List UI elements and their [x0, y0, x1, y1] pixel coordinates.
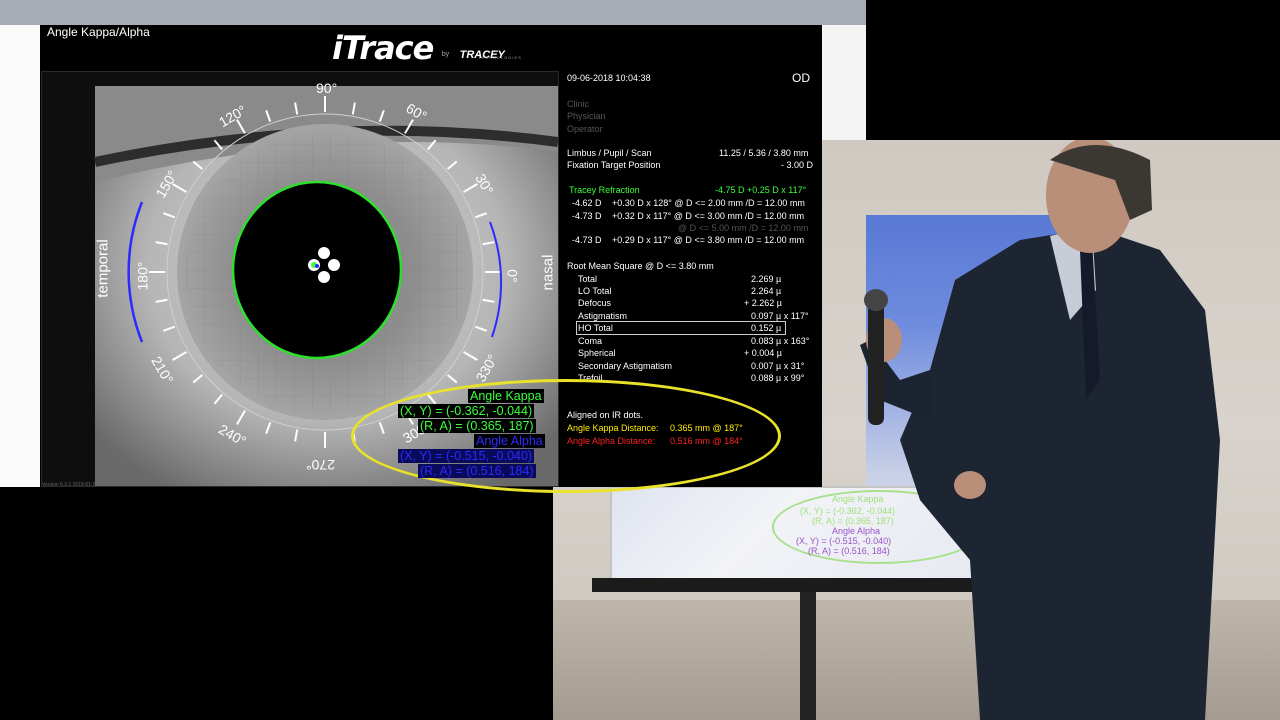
refraction-2-detail: +0.32 D x 117° @ D <= 3.00 mm /D = 12.00…: [612, 211, 805, 221]
fixation-label: Fixation Target Position: [567, 160, 661, 170]
itrace-window: Angle Kappa/Alpha iTrace by TRACEY TECHN…: [40, 25, 822, 487]
window-title: Angle Kappa/Alpha: [47, 25, 150, 39]
rms-ho-value: 0.152 µ: [751, 323, 782, 333]
rms-trefoil-value: 0.088 µ x 99°: [751, 373, 805, 383]
rms-total-value: 2.269 µ: [751, 274, 782, 284]
projector-stand-leg: [800, 592, 816, 720]
eye-side: OD: [792, 71, 810, 85]
rms-header: Root Mean Square @ D <= 3.80 mm: [567, 261, 714, 271]
kappa-distance-value: 0.365 mm @ 187°: [670, 423, 743, 433]
refraction-2-sph: -4.73 D: [572, 211, 602, 221]
rms-defocus-label: Defocus: [578, 298, 612, 308]
refraction-4-sph: -4.73 D: [572, 235, 602, 245]
degree-label-180: 180°: [134, 261, 151, 291]
degree-label-270: 270°: [306, 457, 335, 473]
refraction-3-detail: @ D <= 5.00 mm /D = 12.00 mm: [678, 223, 809, 233]
exam-datetime: 09-06-2018 10:04:38: [567, 73, 651, 83]
logo-brand: iTrace: [332, 29, 434, 67]
rms-secondary-astig-label: Secondary Astigmatism: [578, 361, 673, 371]
refraction-1-detail: +0.30 D x 128° @ D <= 2.00 mm /D = 12.00…: [612, 198, 805, 208]
rms-trefoil-label: Trefoil: [578, 373, 603, 383]
rms-total-label: Total: [578, 274, 598, 284]
rms-coma-label: Coma: [578, 336, 603, 346]
aligned-note: Aligned on IR dots.: [567, 410, 644, 420]
rms-spherical-value: + 0.004 µ: [744, 348, 782, 358]
rms-ho-label: HO Total: [578, 323, 613, 333]
video-top-strip: [0, 0, 866, 25]
rms-lo-label: LO Total: [578, 286, 612, 296]
refraction-1-sph: -4.62 D: [572, 198, 602, 208]
rms-astig-label: Astigmatism: [578, 311, 628, 321]
alpha-distance-value: 0.516 mm @ 184°: [670, 436, 743, 446]
rms-spherical-label: Spherical: [578, 348, 616, 358]
kappa-distance-label: Angle Kappa Distance:: [567, 423, 659, 433]
rms-defocus-value: + 2.262 µ: [744, 298, 782, 308]
degree-label-90: 90°: [316, 80, 338, 96]
refraction-4-detail: +0.29 D x 117° @ D <= 3.80 mm /D = 12.00…: [612, 235, 805, 245]
measurement-info-panel: 09-06-2018 10:04:38 OD Clinic Physician …: [560, 71, 820, 485]
temporal-label: temporal: [94, 239, 112, 298]
limbus-label: Limbus / Pupil / Scan: [567, 148, 652, 158]
fixation-value: - 3.00 D: [781, 160, 814, 170]
presenter-figure: [860, 140, 1220, 720]
rms-coma-value: 0.083 µ x 163°: [751, 336, 810, 346]
rms-lo-value: 2.264 µ: [751, 286, 782, 296]
rms-astig-value: 0.097 µ x 117°: [751, 311, 809, 321]
limbus-value: 11.25 / 5.36 / 3.80 mm: [719, 148, 809, 158]
itrace-logo: iTrace by TRACEY TECHNOLOGIES: [332, 29, 521, 67]
logo-company-sub: TECHNOLOGIES: [478, 55, 522, 60]
rms-secondary-astig-value: 0.007 µ x 31°: [751, 361, 805, 371]
eye-image: [42, 72, 558, 486]
clinic-label: Clinic: [567, 99, 590, 109]
tracey-refraction-label: Tracey Refraction: [569, 185, 640, 195]
operator-label: Operator: [567, 124, 603, 134]
alpha-distance-label: Angle Alpha Distance:: [567, 436, 656, 446]
eye-image-panel[interactable]: 90° 60° 30° 0° 330° 300° 270° 240° 210° …: [41, 71, 559, 487]
physician-label: Physician: [567, 111, 606, 121]
version-label: Version 6.2.1 2018-01-22 CD: [42, 482, 107, 488]
slide-left-margin: [0, 25, 40, 487]
tracey-refraction-value: -4.75 D +0.25 D x 117°: [715, 185, 807, 195]
degree-label-0: 0°: [504, 269, 521, 283]
logo-by: by: [441, 51, 450, 59]
nasal-label: nasal: [539, 254, 557, 291]
